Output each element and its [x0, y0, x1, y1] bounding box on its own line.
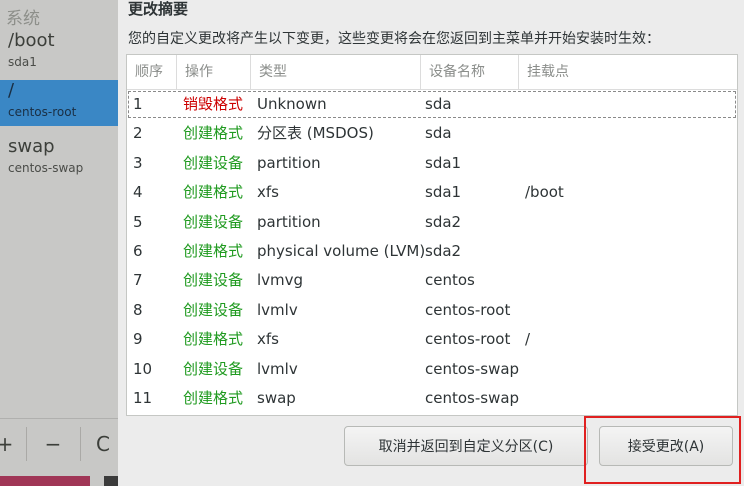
cell-order: 5 [133, 212, 143, 231]
cell-type: swap [257, 389, 296, 407]
mount-point-toolbar: + − C [0, 418, 118, 469]
dialog-title: 更改摘要 [128, 0, 189, 18]
cell-action: 创建设备 [183, 300, 244, 319]
cell-device: sda2 [425, 242, 462, 260]
table-row[interactable]: 7 创建设备 lvmvg centos [127, 266, 737, 295]
table-row[interactable]: 5 创建设备 partition sda2 [127, 208, 737, 237]
table-header: 顺序 操作 类型 设备名称 挂载点 [127, 55, 737, 90]
cell-action: 创建设备 [183, 212, 244, 231]
cell-action: 销毁格式 [183, 95, 244, 113]
column-header-type[interactable]: 类型 [251, 55, 421, 89]
accept-button-highlight [584, 416, 741, 484]
toolbar-divider [80, 427, 81, 461]
table-row[interactable]: 11 创建格式 swap centos-swap [127, 384, 737, 413]
mount-item-swap[interactable]: swap centos-swap [0, 136, 118, 184]
table-row[interactable]: 2 创建格式 分区表 (MSDOS) sda [127, 119, 737, 148]
cell-action: 创建格式 [183, 389, 244, 407]
table-row[interactable]: 10 创建设备 lvmlv centos-swap [127, 355, 737, 384]
column-header-mount[interactable]: 挂载点 [519, 55, 737, 89]
cell-action: 创建格式 [183, 242, 244, 260]
cell-action: 创建格式 [183, 124, 244, 143]
mount-item-boot[interactable]: /boot sda1 [0, 30, 118, 78]
cell-type: partition [257, 212, 321, 231]
cell-device: sda1 [425, 153, 462, 172]
column-header-order[interactable]: 顺序 [127, 55, 177, 89]
system-section-header: 系统 [6, 9, 40, 29]
cancel-return-button[interactable]: 取消并返回到自定义分区(C) [344, 426, 588, 466]
mount-point-label: /boot [8, 30, 55, 51]
cell-action: 创建设备 [183, 359, 244, 378]
cell-device: sda1 [425, 183, 462, 202]
table-row[interactable]: 6 创建格式 physical volume (LVM) sda2 [127, 237, 737, 266]
cell-type: 分区表 (MSDOS) [257, 124, 374, 143]
bottom-strip [0, 476, 90, 486]
cell-type: xfs [257, 330, 279, 349]
cell-order: 10 [133, 359, 153, 378]
table-row[interactable]: 1 销毁格式 Unknown sda [127, 90, 737, 119]
mount-item-root[interactable]: / centos-root [0, 80, 118, 126]
cell-order: 11 [133, 389, 153, 407]
cell-order: 1 [133, 95, 143, 113]
cell-type: Unknown [257, 95, 327, 113]
table-row[interactable]: 4 创建格式 xfs sda1/boot [127, 178, 737, 207]
cell-action: 创建格式 [183, 330, 244, 349]
dialog-description: 您的自定义更改将产生以下变更，这些变更将会在您返回到主菜单并开始安装时生效： [128, 31, 660, 47]
cell-device: sda2 [425, 212, 462, 231]
table-row[interactable]: 3 创建设备 partition sda1 [127, 149, 737, 178]
device-label: centos-swap [8, 161, 84, 175]
cell-order: 8 [133, 300, 143, 319]
column-header-device[interactable]: 设备名称 [421, 55, 519, 89]
cell-order: 2 [133, 124, 143, 143]
cell-mount: /boot [525, 183, 564, 202]
cell-device: sda [425, 124, 452, 143]
cell-device: centos-swap [425, 389, 520, 407]
refresh-button[interactable]: C [86, 427, 118, 461]
cell-device: sda [425, 95, 452, 113]
changes-table: 顺序 操作 类型 设备名称 挂载点 1 销毁格式 Unknown sda 2 创建格式 分区… [126, 54, 738, 416]
device-label: sda1 [8, 55, 37, 69]
device-label: centos-root [8, 105, 77, 119]
cell-action: 创建格式 [183, 183, 244, 202]
toolbar-divider [26, 427, 27, 461]
cell-type: lvmlv [257, 359, 298, 378]
cell-action: 创建设备 [183, 271, 244, 290]
cell-device: centos-swap [425, 359, 520, 378]
summary-of-changes-dialog: 更改摘要 您的自定义更改将产生以下变更，这些变更将会在您返回到主菜单并开始安装时… [118, 0, 744, 486]
mount-point-label: swap [8, 136, 55, 157]
cell-order: 7 [133, 271, 143, 290]
remove-mount-button[interactable]: − [36, 427, 70, 461]
cell-mount: / [525, 330, 531, 349]
cell-type: xfs [257, 183, 279, 202]
mount-point-panel: 系统 /boot sda1 / centos-root swap centos-… [0, 0, 118, 486]
cell-type: partition [257, 153, 321, 172]
cell-type: lvmlv [257, 300, 298, 319]
cell-order: 9 [133, 330, 143, 349]
cell-type: physical volume (LVM) [257, 242, 426, 260]
cell-order: 3 [133, 153, 143, 172]
cell-device: centos [425, 271, 475, 290]
table-row[interactable]: 8 创建设备 lvmlv centos-root [127, 296, 737, 325]
cell-device: centos-root [425, 300, 511, 319]
add-mount-button[interactable]: + [0, 427, 22, 461]
mount-point-label: / [8, 80, 15, 101]
cell-action: 创建设备 [183, 153, 244, 172]
bottom-strip [104, 476, 118, 486]
cell-order: 6 [133, 242, 143, 260]
table-row[interactable]: 9 创建格式 xfs centos-root / [127, 325, 737, 354]
cell-order: 4 [133, 183, 143, 202]
cell-device: centos-root [425, 330, 511, 349]
cell-type: lvmvg [257, 271, 304, 290]
column-header-action[interactable]: 操作 [177, 55, 251, 89]
